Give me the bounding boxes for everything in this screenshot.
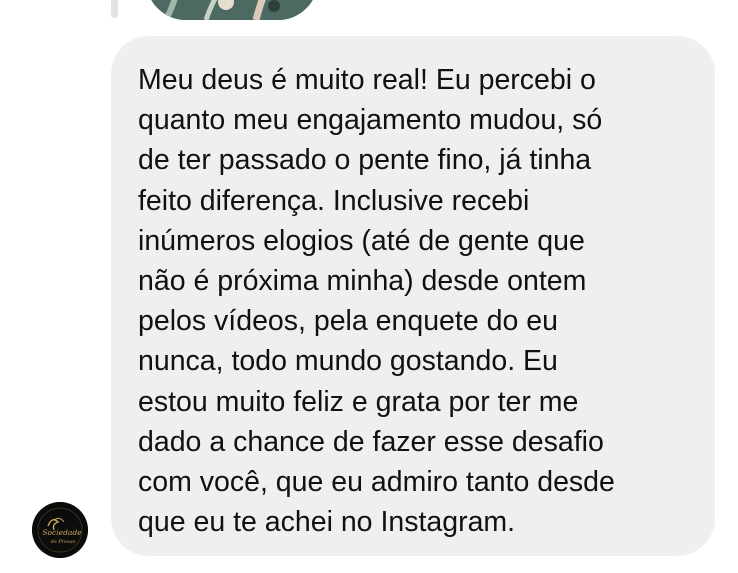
quoted-media-thumbnail[interactable] (146, 0, 318, 20)
reply-indicator-bar (111, 0, 118, 18)
brand-logo-avatar-icon: Sociedade de Prosas (32, 502, 88, 558)
logo-text-line1: Sociedade (42, 528, 82, 537)
sender-avatar[interactable]: Sociedade de Prosas (32, 502, 88, 558)
image-thumbnail-icon (146, 0, 318, 20)
message-bubble[interactable]: Meu deus é muito real! Eu percebi o quan… (111, 36, 715, 556)
message-text: Meu deus é muito real! Eu percebi o quan… (138, 64, 615, 539)
logo-text-line2: de Prosas (51, 539, 76, 545)
